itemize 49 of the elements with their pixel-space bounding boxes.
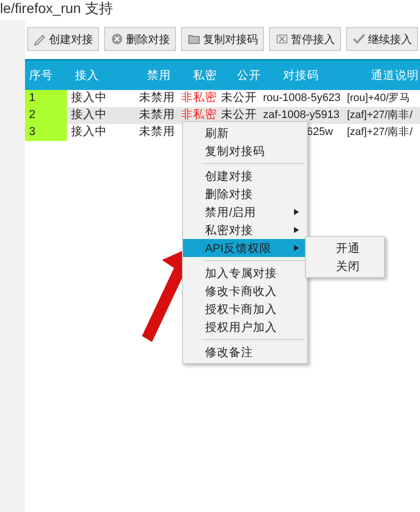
menu-item[interactable]: 复制对接码 (183, 142, 307, 160)
menu-item[interactable]: API反馈权限 (183, 239, 307, 257)
menu-item[interactable]: 创建对接 (183, 167, 307, 185)
toolbar-button[interactable]: 创建对接 (27, 27, 99, 51)
table-cell-text: 未禁用 (138, 124, 176, 140)
check-icon (352, 32, 366, 46)
column-header: 序号 (28, 68, 54, 83)
table-cell-text: 非私密 (180, 107, 217, 123)
table-cell-text: [zaf]+27/南非/ (346, 108, 414, 123)
toolbar-button[interactable]: 复制对接码 (181, 27, 264, 51)
menu-item[interactable]: 开通 (306, 239, 384, 257)
menu-item[interactable]: 删除对接 (183, 185, 307, 203)
table-cell-text: 未公开 (220, 108, 258, 123)
menu-item[interactable]: 刷新 (183, 124, 307, 142)
table-cell-text: 未禁用 (138, 108, 176, 123)
table-cell-text: rou-1008-5y623 (262, 91, 342, 106)
column-header: 禁用 (146, 68, 172, 83)
column-header: 对接码 (282, 68, 320, 83)
table-cell-text: zaf-1008-y5913 (262, 108, 340, 123)
toolbar-button[interactable]: 继续接入 (346, 27, 418, 51)
pencil-icon (33, 32, 47, 46)
menu-item[interactable]: 修改备注 (183, 343, 307, 361)
menu-item[interactable]: 修改卡商收入 (183, 282, 307, 300)
menu-item[interactable]: 加入专属对接 (183, 264, 307, 282)
table-cell-text: [zaf]+27/南非/ (346, 125, 414, 140)
remove-icon (110, 32, 124, 46)
table-cell-text: 625w (306, 125, 334, 140)
menu-item[interactable]: 关闭 (306, 257, 384, 275)
table-cell: 2 (25, 107, 67, 124)
menu-item[interactable]: 私密对接 (183, 221, 307, 239)
menu-item[interactable]: 授权卡商加入 (183, 300, 307, 318)
folder-icon (187, 32, 201, 46)
column-header: 公开 (236, 68, 262, 83)
column-header: 通道说明 (370, 68, 419, 83)
menu-item[interactable]: 授权用户加入 (183, 318, 307, 336)
toolbar-button[interactable]: 删除对接 (104, 27, 176, 51)
table-cell: 1 (25, 90, 67, 107)
table-cell-text: [rou]+40/罗马 (346, 91, 412, 106)
page-title: le/firefox_run 支持 (0, 0, 114, 18)
menu-item[interactable]: 禁用/启用 (183, 203, 307, 221)
column-header: 接入 (74, 68, 100, 83)
table-cell-text: 非私密 (180, 90, 217, 106)
table-cell-text: 未公开 (220, 90, 258, 106)
table-cell-text: 未禁用 (138, 90, 176, 106)
table-cell[interactable]: 接入中 (67, 90, 135, 107)
column-header: 私密 (192, 68, 218, 83)
table-cell[interactable]: 接入中 (67, 124, 135, 141)
table-cell: 3 (25, 124, 67, 141)
toolbar-button[interactable]: 暂停接入 (269, 27, 341, 51)
